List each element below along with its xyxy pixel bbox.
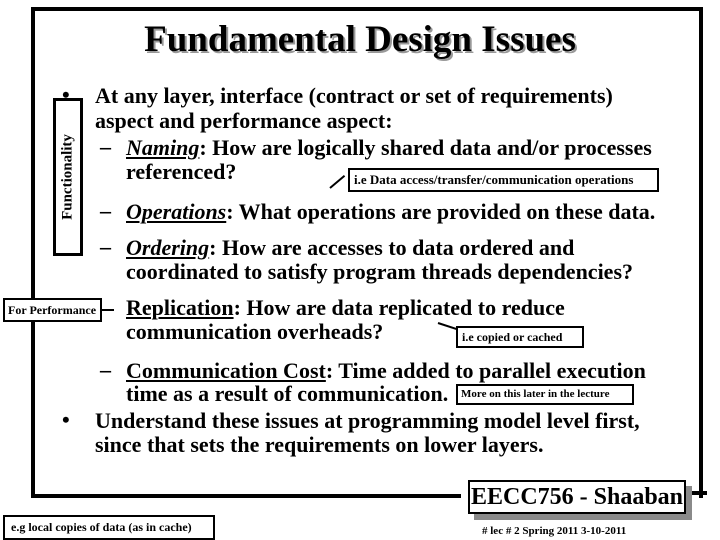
bullet1-line1: At any layer, interface (contract or set… xyxy=(95,83,613,108)
communication-cost-callout: More on this later in the lecture xyxy=(456,384,634,405)
operations-item: Operations: What operations are provided… xyxy=(126,200,655,224)
replication-callout: i.e copied or cached xyxy=(456,326,584,348)
replication-item: Replication: How are data replicated to … xyxy=(126,296,565,320)
operations-desc: : What operations are provided on these … xyxy=(226,199,656,224)
course-footer: EECC756 - Shaaban xyxy=(468,480,686,514)
functionality-label: Functionality xyxy=(59,134,76,220)
lecture-meta: # lec # 2 Spring 2011 3-10-2011 xyxy=(482,525,627,537)
communication-cost-term: Communication Cost xyxy=(126,358,326,383)
communication-cost-line2: time as a result of communication. xyxy=(126,381,449,406)
functionality-label-box: Functionality xyxy=(53,98,83,256)
for-performance-connector xyxy=(102,309,114,311)
naming-term: Naming xyxy=(126,135,200,160)
naming-desc: : How are logically shared data and/or p… xyxy=(199,135,652,160)
dash-marker: – xyxy=(100,134,111,159)
communication-cost-desc: : Time added to parallel execution xyxy=(325,358,646,383)
ordering-line2: coordinated to satisfy program threads d… xyxy=(126,259,634,284)
naming-line2: referenced? xyxy=(126,159,237,184)
dash-marker: – xyxy=(100,198,111,223)
bottom-note: e.g local copies of data (as in cache) xyxy=(3,515,215,540)
communication-cost-item: Communication Cost: Time added to parall… xyxy=(126,359,646,383)
bullet2-line2: since that sets the requirements on lowe… xyxy=(95,432,544,457)
bullet2-line1: Understand these issues at programming m… xyxy=(95,408,640,433)
naming-item: Naming: How are logically shared data an… xyxy=(126,136,652,160)
bullet1-line2: aspect and performance aspect: xyxy=(95,108,393,133)
slide-frame-bottom xyxy=(31,494,461,498)
for-performance-label: For Performance xyxy=(3,298,102,322)
dash-marker: – xyxy=(100,357,111,382)
ordering-term: Ordering xyxy=(126,235,210,260)
dash-marker: – xyxy=(100,234,111,259)
slide-title: Fundamental Design Issues xyxy=(144,19,576,60)
bullet-marker: • xyxy=(62,82,70,107)
ordering-item: Ordering: How are accesses to data order… xyxy=(126,236,574,260)
bullet-marker: • xyxy=(62,407,70,432)
slide-frame-bottom-right xyxy=(690,491,707,495)
ordering-desc: : How are accesses to data ordered and xyxy=(209,235,575,260)
replication-line2: communication overheads? xyxy=(126,319,384,344)
operations-term: Operations xyxy=(126,199,227,224)
replication-desc: : How are data replicated to reduce xyxy=(233,295,565,320)
replication-term: Replication xyxy=(126,295,234,320)
naming-callout: i.e Data access/transfer/communication o… xyxy=(348,168,659,192)
